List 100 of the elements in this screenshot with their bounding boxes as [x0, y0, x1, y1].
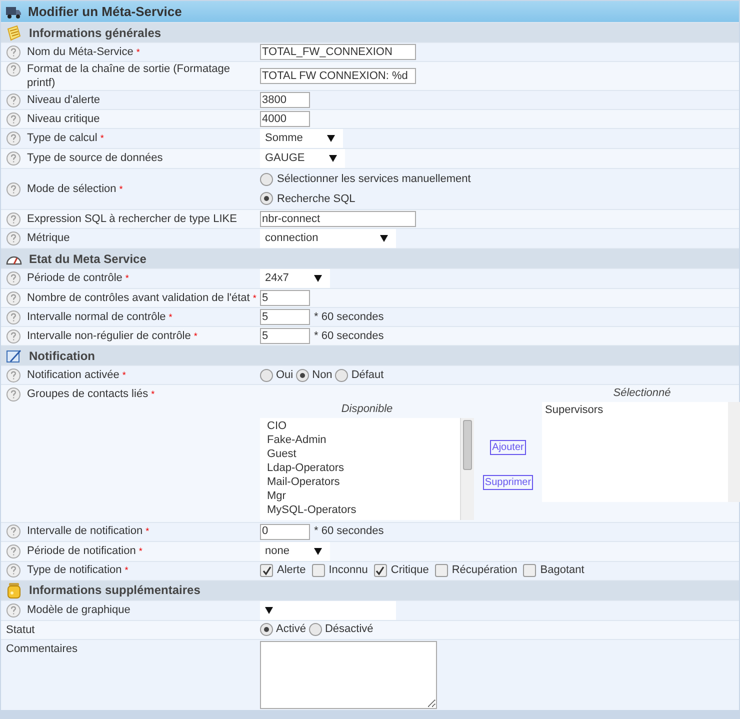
input-field[interactable]: nbr-connect — [260, 211, 416, 227]
help-icon[interactable] — [6, 544, 21, 558]
checkbox-label: Critique — [390, 563, 429, 578]
input-field[interactable]: 5 — [260, 328, 310, 344]
radio-label: Désactivé — [324, 622, 374, 638]
list-item[interactable]: CIO — [267, 418, 460, 432]
list-item[interactable]: Supervisors — [545, 402, 728, 418]
unit-label: * 60 secondes — [314, 310, 384, 325]
help-icon[interactable] — [6, 112, 21, 126]
radio-button[interactable] — [260, 368, 273, 382]
field-label: Métrique — [27, 231, 70, 245]
radio-label: Défaut — [351, 368, 384, 383]
dropdown[interactable]: GAUGE — [260, 149, 345, 168]
field-label: Intervalle normal de contrôle * — [27, 310, 172, 324]
field-label: Type de notification * — [27, 563, 128, 577]
scrollbar[interactable] — [728, 402, 740, 502]
radio-label: Sélectionner les services manuellement — [277, 172, 471, 187]
jar-icon — [6, 582, 22, 598]
field-label: Nombre de contrôles avant validation de l'état * — [27, 290, 256, 304]
help-icon[interactable] — [6, 212, 21, 226]
radio-label: Oui — [276, 368, 294, 383]
checkbox-label: Inconnu — [328, 563, 368, 578]
field-label: Intervalle de notification * — [27, 524, 150, 538]
field-label: Statut — [6, 622, 35, 636]
available-list[interactable]: CIO Fake-Admin Guest Ldap-Operators Mail-Operators Mgr MySQL-Operators — [260, 418, 474, 520]
field-label: Période de contrôle * — [27, 271, 129, 285]
input-field[interactable]: 4000 — [260, 111, 310, 127]
comment-field[interactable] — [260, 640, 437, 708]
section-title: Notification — [29, 348, 95, 364]
notepad-icon — [6, 24, 22, 40]
help-icon[interactable] — [6, 290, 21, 306]
list-item[interactable]: Ldap-Operators — [267, 460, 460, 474]
list-item[interactable]: Fake-Admin — [267, 432, 460, 446]
checkbox[interactable] — [312, 564, 325, 577]
help-icon[interactable] — [6, 328, 21, 344]
help-icon[interactable] — [6, 92, 21, 108]
radio-button[interactable] — [296, 368, 310, 382]
help-icon[interactable] — [6, 524, 21, 539]
field-label: Expression SQL à rechercher de type LIKE — [27, 212, 237, 226]
field-label: Commentaires — [6, 642, 78, 656]
list-heading: Sélectionné — [613, 386, 671, 401]
help-icon[interactable] — [6, 563, 21, 578]
radio-label: Activé — [276, 622, 306, 638]
radio-label: Recherche SQL — [277, 192, 356, 206]
remove-button[interactable]: Supprimer — [482, 474, 534, 490]
checkbox-label: Bagotant — [540, 563, 584, 578]
list-item[interactable]: MySQL-Operators — [267, 502, 460, 516]
unit-label: * 60 secondes — [314, 524, 384, 540]
field-label: Niveau d'alerte — [27, 92, 100, 106]
selected-list[interactable]: Supervisors — [542, 402, 740, 502]
input-field[interactable]: 5 — [260, 290, 310, 306]
dropdown[interactable]: none — [260, 542, 330, 560]
add-button[interactable]: Ajouter — [490, 440, 526, 454]
input-field[interactable]: TOTAL_FW_CONNEXION — [260, 44, 416, 60]
field-label: Groupes de contacts liés * — [27, 387, 155, 401]
field-label: Niveau critique — [27, 112, 100, 126]
checkbox[interactable] — [523, 564, 536, 577]
help-icon[interactable] — [6, 368, 21, 382]
input-field[interactable]: TOTAL FW CONNEXION: %d — [260, 68, 416, 84]
help-icon[interactable] — [6, 151, 21, 166]
help-icon[interactable] — [6, 271, 21, 286]
field-label: Nom du Méta-Service * — [27, 44, 140, 58]
field-label: Type de source de données — [27, 151, 163, 165]
section-title: Informations générales — [29, 24, 162, 42]
radio-button[interactable] — [335, 368, 348, 382]
input-field[interactable]: 5 — [260, 309, 310, 325]
help-icon[interactable] — [6, 387, 21, 402]
radio-button[interactable] — [260, 172, 273, 186]
help-icon[interactable] — [6, 44, 21, 60]
caret-icon — [314, 275, 322, 282]
dropdown[interactable]: Somme — [260, 129, 343, 148]
help-icon[interactable] — [6, 62, 21, 77]
help-icon[interactable] — [6, 602, 21, 618]
scrollbar[interactable] — [460, 418, 474, 520]
field-label: Mode de sélection * — [27, 182, 123, 196]
dropdown[interactable]: 24x7 — [260, 269, 330, 288]
checkbox-label: Alerte — [277, 563, 306, 578]
list-item[interactable]: Mail-Operators — [267, 474, 460, 488]
field-label: Période de notification * — [27, 544, 142, 558]
help-icon[interactable] — [6, 231, 21, 246]
truck-icon — [6, 4, 22, 18]
radio-button[interactable] — [308, 623, 322, 636]
checkbox[interactable] — [434, 564, 448, 577]
list-heading: Disponible — [341, 402, 393, 417]
list-item[interactable]: Guest — [267, 446, 460, 460]
help-icon[interactable] — [6, 310, 21, 324]
field-label: Format de la chaîne de sortie (Formatage printf) — [27, 62, 231, 90]
caret-icon — [328, 155, 337, 162]
input-field[interactable]: 3800 — [260, 92, 310, 108]
help-icon[interactable] — [6, 182, 21, 196]
list-item[interactable]: Mgr — [267, 488, 460, 502]
radio-button[interactable] — [260, 192, 273, 206]
input-field[interactable]: 0 — [260, 524, 310, 540]
help-icon[interactable] — [6, 131, 21, 146]
checkbox-label: Récupération — [452, 563, 518, 578]
dropdown[interactable]: connection — [260, 229, 396, 248]
radio-button[interactable] — [260, 623, 273, 636]
checkbox[interactable] — [260, 564, 273, 577]
caret-icon — [314, 548, 322, 554]
checkbox[interactable] — [374, 564, 387, 577]
